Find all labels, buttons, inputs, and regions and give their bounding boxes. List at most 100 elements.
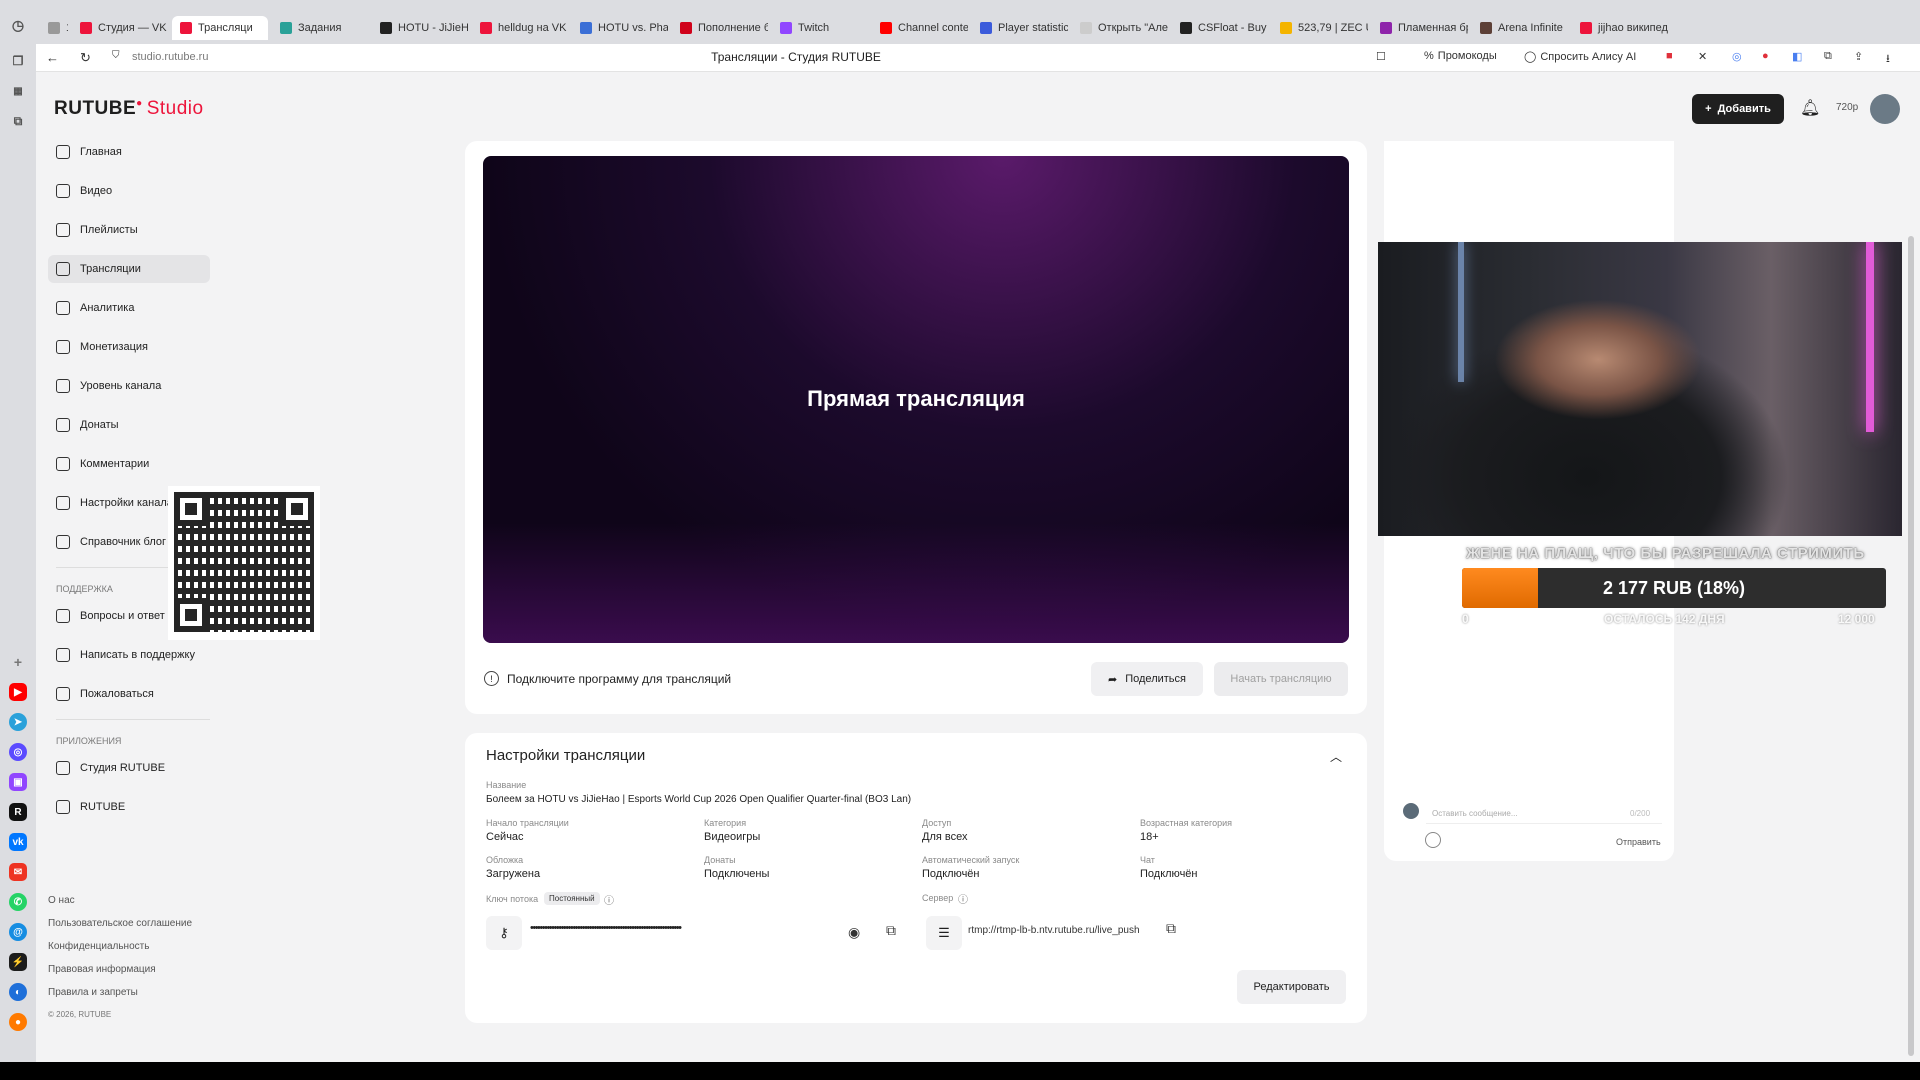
settings-title: Настройки трансляции [486, 747, 646, 764]
extension-icon[interactable]: ■ [1666, 50, 1673, 62]
promo-button[interactable]: % Промокоды [1424, 50, 1497, 62]
sidebar-item[interactable]: Написать в поддержку [48, 641, 210, 669]
tab-favicon-icon [48, 22, 60, 34]
footer-link[interactable]: О нас [48, 895, 192, 906]
adblock-icon[interactable]: ● [1762, 50, 1769, 62]
category-label: Категория [704, 818, 747, 828]
page-scrollbar[interactable] [1908, 236, 1914, 1056]
video-icon [56, 184, 70, 198]
browser-tab[interactable]: jijhao википед [1572, 16, 1668, 40]
telegram-icon[interactable]: ➤ [9, 713, 27, 731]
quality-label[interactable]: 720p [1836, 102, 1858, 113]
browser-tab[interactable]: Channel conte [872, 16, 968, 40]
tab-favicon-icon [880, 22, 892, 34]
server-help-icon[interactable]: ⓘ [958, 891, 968, 906]
rutube-studio-logo[interactable]: RUTUBE● Studio [54, 98, 204, 120]
chat-input[interactable]: Оставить сообщение... [1426, 804, 1662, 824]
sidebar-item[interactable]: Студия RUTUBE [48, 754, 210, 782]
footer-link[interactable]: Правовая информация [48, 964, 192, 975]
download-icon[interactable]: ⭳ [1886, 50, 1890, 69]
promo-label: Промокоды [1437, 50, 1497, 62]
browser-tab[interactable]: Задания [272, 16, 368, 40]
browser-tab[interactable]: 16 [40, 16, 68, 40]
start-stream-button[interactable]: Начать трансляцию [1214, 662, 1348, 696]
sidebar-item[interactable]: Трансляции [48, 255, 210, 283]
bolt-icon[interactable]: ⚡ [9, 953, 27, 971]
emoji-icon[interactable] [1425, 832, 1441, 848]
youtube-icon[interactable]: ▶ [9, 683, 27, 701]
browser-tab[interactable]: HOTU vs. Phan [572, 16, 668, 40]
share-page-icon[interactable]: ⇪ [1854, 50, 1863, 63]
rutube-icon[interactable]: R [9, 803, 27, 821]
donation-goal-bar: 2 177 RUB (18%) [1462, 568, 1886, 608]
sidebar-item[interactable]: Пожаловаться [48, 680, 210, 708]
collapse-chevron-icon[interactable]: ︿ [1330, 748, 1342, 765]
vk-icon[interactable]: vk [9, 833, 27, 851]
sidebar-item[interactable]: Монетизация [48, 333, 210, 361]
webcam-overlay [1378, 242, 1902, 536]
browser-tab[interactable]: Студия — VK [72, 16, 168, 40]
edit-button[interactable]: Редактировать [1237, 970, 1346, 1004]
browser-tab[interactable]: 523,79 | ZEC U [1272, 16, 1368, 40]
sidebar-item-label: Студия RUTUBE [80, 762, 166, 774]
name-label: Название [486, 780, 527, 790]
tools-icon[interactable]: ✕ [1698, 50, 1707, 63]
tab-label: 16 [66, 22, 68, 34]
sidebar-item[interactable]: Уровень канала [48, 372, 210, 400]
tabs-icon[interactable]: ❐ [9, 52, 27, 70]
tab-favicon-icon [80, 22, 92, 34]
browser-tab[interactable]: Пламенная бр [1372, 16, 1468, 40]
key-help-icon[interactable]: ⓘ [604, 892, 614, 907]
mail-ru-icon[interactable]: ✉ [9, 863, 27, 881]
eye-icon[interactable]: ◉ [848, 924, 860, 941]
yandex-app-icon[interactable]: ● [9, 1013, 27, 1031]
copy-server-icon[interactable]: ⧉ [1166, 920, 1176, 937]
puzzle-icon[interactable]: ⧉ [1824, 50, 1832, 63]
add-button[interactable]: + Добавить [1692, 94, 1784, 124]
browser-tab[interactable]: Arena Infinite [1472, 16, 1568, 40]
sidebar-item[interactable]: RUTUBE [48, 793, 210, 821]
browser-tab[interactable]: helldug на VK [472, 16, 568, 40]
footer-links: О нас Пользовательское соглашение Конфиден… [48, 895, 192, 1031]
collections-icon[interactable]: ⧉ [9, 112, 27, 130]
bookmark-icon[interactable]: ☐ [1376, 50, 1386, 63]
bell-icon[interactable]: 🔔︎ [1800, 98, 1820, 117]
sidebar-item[interactable]: Видео [48, 177, 210, 205]
share-button[interactable]: ➦ Поделиться [1091, 662, 1203, 696]
copy-key-icon[interactable]: ⧉ [886, 922, 896, 939]
sidebar-item[interactable]: Донаты [48, 411, 210, 439]
whatsapp-icon[interactable]: ✆ [9, 893, 27, 911]
sidebar-item[interactable]: Аналитика [48, 294, 210, 322]
history-icon[interactable]: ◷ [9, 16, 27, 34]
sidebar-item[interactable]: Комментарии [48, 450, 210, 478]
sidebar-item[interactable]: Главная [48, 138, 210, 166]
footer-link[interactable]: Пользовательское соглашение [48, 918, 192, 929]
vpn-icon[interactable]: ◎ [1732, 50, 1742, 63]
browser-app-icon[interactable]: ◐ [9, 983, 27, 1001]
send-button[interactable]: Отправить [1616, 837, 1661, 847]
avatar[interactable] [1870, 94, 1900, 124]
browser-tab[interactable]: HOTU - JiJieHa [372, 16, 468, 40]
calendar-icon[interactable]: ▦ [9, 82, 27, 100]
add-panel-icon[interactable]: + [9, 653, 27, 671]
browser-tab[interactable]: Player statistic [972, 16, 1068, 40]
tab-favicon-icon [1180, 22, 1192, 34]
translate-icon[interactable]: ◧ [1792, 50, 1802, 63]
browser-tab[interactable]: Twitch [772, 16, 868, 40]
sidebar-item[interactable]: Плейлисты [48, 216, 210, 244]
alice-label: Спросить Алису AI [1540, 50, 1637, 63]
at-mail-icon[interactable]: @ [9, 923, 27, 941]
tab-label: Задания [298, 22, 342, 34]
browser-tab[interactable]: Пополнение б [672, 16, 768, 40]
footer-link[interactable]: Конфиденциальность [48, 941, 192, 952]
share-icon: ➦ [1108, 673, 1118, 686]
twitch-icon[interactable]: ▣ [9, 773, 27, 791]
qr-eye [280, 492, 314, 526]
messenger-icon[interactable]: ◎ [9, 743, 27, 761]
browser-tab[interactable]: Трансляци [172, 16, 268, 40]
alice-button[interactable]: ◯ Спросить Алису AI [1524, 50, 1637, 64]
browser-tab[interactable]: CSFloat - Buy & [1172, 16, 1268, 40]
browser-tab[interactable]: Открыть "Але [1072, 16, 1168, 40]
key-label: Ключ потока [486, 894, 539, 904]
footer-link[interactable]: Правила и запреты [48, 987, 192, 998]
